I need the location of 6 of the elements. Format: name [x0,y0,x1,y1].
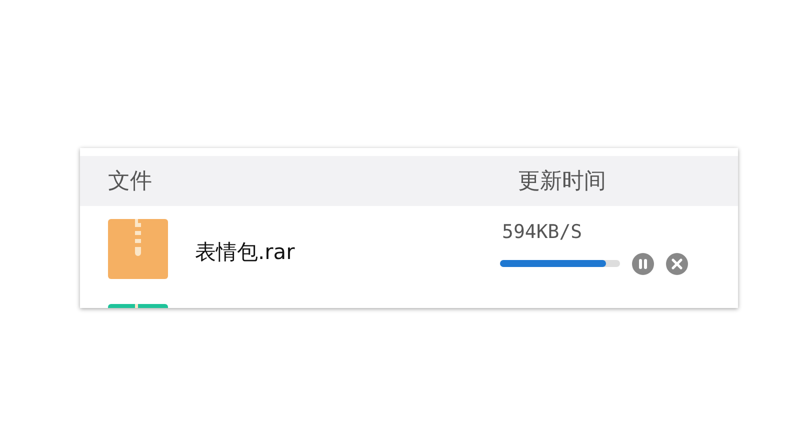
file-name: 表情包.rar [195,238,296,266]
column-header: 更新时间 [518,168,606,196]
pause-icon[interactable] [632,252,654,274]
close-icon[interactable] [666,252,688,274]
download-speed: 594KB/S [502,220,584,242]
column-header: 文件 [108,168,153,196]
